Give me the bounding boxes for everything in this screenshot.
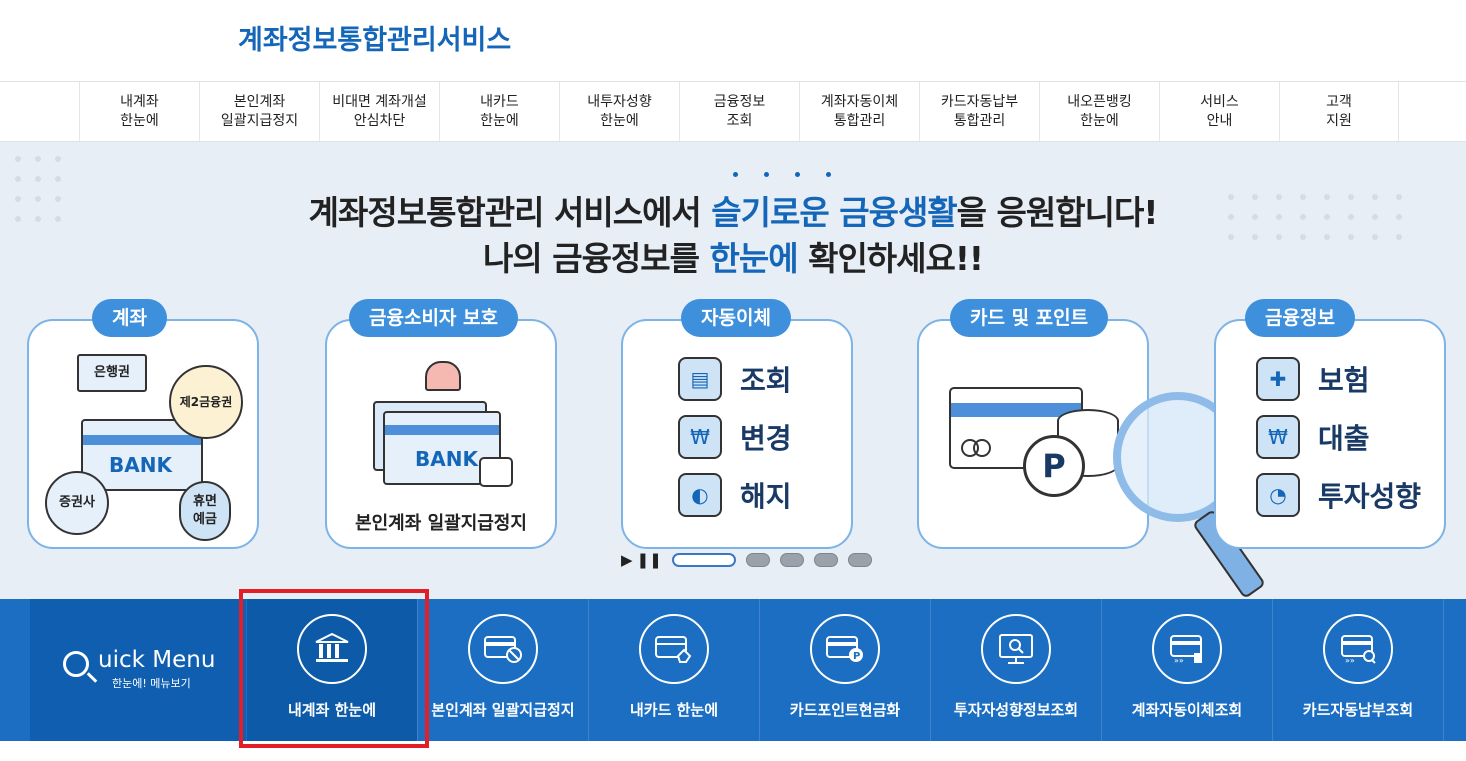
point-coin-icon: P	[1023, 435, 1085, 497]
nav-financial-info[interactable]: 금융정보 조회	[679, 82, 799, 141]
nav-account-suspension[interactable]: 본인계좌 일괄지급정지	[199, 82, 319, 141]
lock-icon	[479, 457, 513, 487]
pager-dot-2[interactable]	[745, 553, 770, 567]
quick-menu-title: uick Menu 한눈에! 메뉴보기	[30, 599, 246, 741]
card-consumer-protection[interactable]: BANK 본인계좌 일괄지급정지	[325, 319, 557, 549]
nav-card-autopay[interactable]: 카드자동납부 통합관리	[919, 82, 1039, 141]
quick-my-accounts[interactable]: 내계좌 한눈에	[247, 599, 418, 741]
monitor-search-icon	[981, 614, 1051, 684]
svg-text:»»: »»	[1345, 656, 1355, 665]
card-block-icon	[468, 614, 538, 684]
quick-card-autopay-label: 카드자동납부조회	[1302, 701, 1414, 719]
card-point-icon: P	[810, 614, 880, 684]
nav-investment-profile[interactable]: 내투자성향 한눈에	[559, 82, 679, 141]
nav-my-accounts[interactable]: 내계좌 한눈에	[79, 82, 199, 141]
auto-transfer-change: ₩ 변경	[678, 415, 792, 459]
card-tag-cards-points: 카드 및 포인트	[950, 299, 1109, 337]
quick-menu: uick Menu 한눈에! 메뉴보기 내계좌 한눈에 본인계좌 일괄지급정지 …	[0, 599, 1466, 741]
card-hand-icon	[639, 614, 709, 684]
play-icon[interactable]: ▶	[621, 551, 633, 569]
banner-pager: ▶ ❚❚	[621, 551, 872, 569]
search-icon	[63, 651, 89, 677]
caption-account-suspension: 본인계좌 일괄지급정지	[355, 513, 527, 534]
quick-menu-title-text: uick Menu	[98, 647, 216, 673]
quick-account-suspension[interactable]: 본인계좌 일괄지급정지	[418, 599, 589, 741]
auto-transfer-icon: »»	[1152, 614, 1222, 684]
bubble-securities: 증권사	[45, 471, 109, 535]
quick-my-cards[interactable]: 내카드 한눈에	[589, 599, 760, 741]
piggy-bank-icon: ◐	[678, 473, 722, 517]
emphasis-dots	[733, 172, 843, 180]
quick-auto-transfer[interactable]: »» 계좌자동이체조회	[1102, 599, 1273, 741]
pie-chart-icon: ◔	[1256, 473, 1300, 517]
card-financial-info[interactable]: ✚ 보험 ₩ 대출 ◔ 투자성향	[1214, 319, 1446, 549]
bank-icon	[297, 614, 367, 684]
card-tag-auto-transfer: 자동이체	[681, 299, 791, 337]
card-tag-consumer-protection: 금융소비자 보호	[349, 299, 518, 337]
banner-headline-1: 계좌정보통합관리 서비스에서 슬기로운 금융생활을 응원합니다!	[308, 193, 1159, 232]
financial-insurance: ✚ 보험	[1256, 357, 1370, 401]
nav-auto-transfer[interactable]: 계좌자동이체 통합관리	[799, 82, 919, 141]
quick-card-point-cash[interactable]: P 카드포인트현금화	[760, 599, 931, 741]
main-navigation: 내계좌 한눈에 본인계좌 일괄지급정지 비대면 계좌개설 안심차단 내카드 한눈…	[0, 82, 1466, 142]
quick-my-accounts-label: 내계좌 한눈에	[287, 701, 377, 719]
pager-dot-4[interactable]	[813, 553, 838, 567]
financial-investment: ◔ 투자성향	[1256, 473, 1421, 517]
bubble-dormant-deposit: 휴면 예금	[179, 481, 231, 541]
quick-card-autopay[interactable]: »» 카드자동납부조회	[1273, 599, 1444, 741]
nav-noncontact-block[interactable]: 비대면 계좌개설 안심차단	[319, 82, 439, 141]
quick-account-suspension-label: 본인계좌 일괄지급정지	[431, 701, 575, 719]
pager-dot-5[interactable]	[847, 553, 872, 567]
pause-icon[interactable]: ❚❚	[637, 551, 662, 569]
quick-investment-profile[interactable]: 투자자성향정보조회	[931, 599, 1102, 741]
banner-headline-2: 나의 금융정보를 한눈에 확인하세요!!	[483, 239, 984, 278]
pager-dot-1[interactable]	[671, 553, 736, 567]
quick-my-cards-label: 내카드 한눈에	[629, 701, 719, 719]
site-header: 계좌정보통합관리서비스	[0, 0, 1466, 82]
svg-text:»»: »»	[1174, 656, 1184, 665]
card-auto-transfer[interactable]: ▤ 조회 ₩ 변경 ◐ 해지	[621, 319, 853, 549]
hand-coin-icon: ₩	[1256, 415, 1300, 459]
pager-dot-3[interactable]	[779, 553, 804, 567]
nav-customer-support[interactable]: 고객 지원	[1279, 82, 1399, 141]
quick-investment-profile-label: 투자자성향정보조회	[953, 701, 1079, 719]
auto-transfer-inquiry: ▤ 조회	[678, 357, 792, 401]
card-cards-points[interactable]: P	[917, 319, 1149, 549]
nav-service-guide[interactable]: 서비스 안내	[1159, 82, 1279, 141]
card-accounts[interactable]: 은행권 BANK 제2금융권 증권사 휴면 예금	[27, 319, 259, 549]
card-tag-accounts: 계좌	[92, 299, 167, 337]
shield-plus-icon: ✚	[1256, 357, 1300, 401]
site-logo[interactable]: 계좌정보통합관리서비스	[238, 18, 511, 57]
quick-auto-transfer-label: 계좌자동이체조회	[1131, 701, 1243, 719]
svg-text:P: P	[853, 651, 860, 662]
quick-card-point-cash-label: 카드포인트현금화	[789, 701, 901, 719]
card-tag-financial-info: 금융정보	[1245, 299, 1355, 337]
financial-loan: ₩ 대출	[1256, 415, 1370, 459]
auto-transfer-cancel: ◐ 해지	[678, 473, 792, 517]
document-search-icon: ▤	[678, 357, 722, 401]
currency-exchange-icon: ₩	[678, 415, 722, 459]
main-banner: 계좌정보통합관리 서비스에서 슬기로운 금융생활을 응원합니다! 나의 금융정보…	[0, 142, 1466, 599]
nav-open-banking[interactable]: 내오픈뱅킹 한눈에	[1039, 82, 1159, 141]
bubble-secondary-finance: 제2금융권	[169, 365, 243, 439]
siren-icon	[425, 361, 461, 391]
play-pause-button[interactable]: ▶ ❚❚	[621, 551, 662, 569]
card-search-icon: »»	[1323, 614, 1393, 684]
quick-menu-subtitle: 한눈에! 메뉴보기	[112, 677, 191, 690]
bubble-bank: 은행권	[77, 354, 147, 392]
nav-my-cards[interactable]: 내카드 한눈에	[439, 82, 559, 141]
